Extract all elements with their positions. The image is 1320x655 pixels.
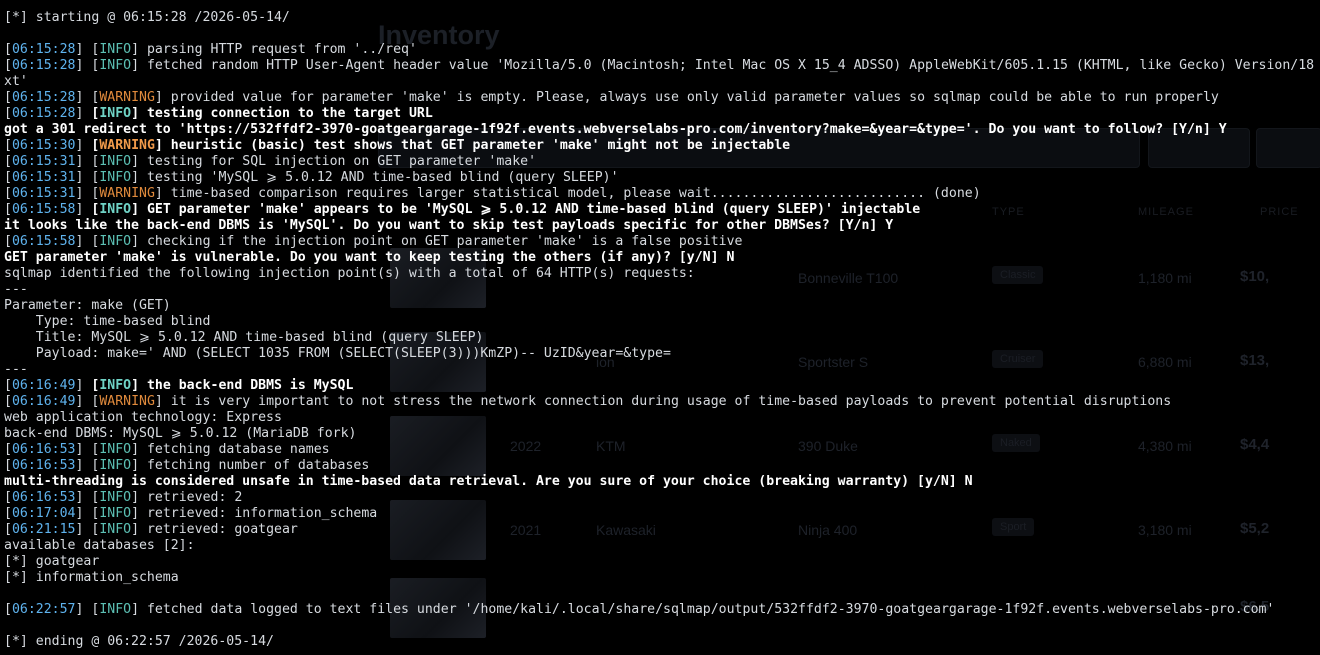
log-message: retrieved: 2: [139, 490, 243, 505]
screen: Inventory TYPE MILEAGE PRICE Bonneville …: [0, 0, 1320, 655]
terminal-line: [*] information_schema: [4, 570, 179, 585]
terminal-line: [06:15:31] [INFO] testing for SQL inject…: [4, 154, 537, 169]
log-level: INFO: [99, 506, 132, 521]
log-message: fetching database names: [139, 442, 330, 457]
log-message: fetched data logged to text files under …: [139, 602, 1275, 617]
log-level: INFO: [99, 378, 132, 393]
log-message: the back-end DBMS is MySQL: [139, 378, 354, 393]
log-level: INFO: [99, 154, 132, 169]
terminal-line: multi-threading is considered unsafe in …: [4, 474, 973, 489]
log-level: WARNING: [99, 90, 155, 105]
log-timestamp: 06:17:04: [11, 506, 76, 521]
log-level: INFO: [99, 202, 132, 217]
log-timestamp: 06:15:30: [11, 138, 76, 153]
log-message: heuristic (basic) test shows that GET pa…: [162, 138, 791, 153]
log-level: INFO: [99, 442, 132, 457]
terminal-line: [06:16:53] [INFO] retrieved: 2: [4, 490, 243, 505]
log-message: time-based comparison requires larger st…: [162, 186, 981, 201]
log-timestamp: 06:15:28: [11, 58, 76, 73]
log-timestamp: 06:16:53: [11, 442, 76, 457]
terminal-line: [06:21:15] [INFO] retrieved: goatgear: [4, 522, 298, 537]
log-level: INFO: [99, 234, 132, 249]
terminal-line: xt': [4, 74, 28, 89]
terminal-line: [06:17:04] [INFO] retrieved: information…: [4, 506, 378, 521]
log-level: INFO: [99, 42, 132, 57]
log-timestamp: 06:16:53: [11, 490, 76, 505]
log-timestamp: 06:15:28: [11, 90, 76, 105]
log-message: fetched random HTTP User-Agent header va…: [139, 58, 1315, 73]
terminal-line: [*] starting @ 06:15:28 /2026-05-14/: [4, 10, 290, 25]
terminal-line: [06:15:28] [INFO] parsing HTTP request f…: [4, 42, 417, 57]
log-message: it is very important to not stress the n…: [162, 394, 1172, 409]
terminal-line: [06:15:58] [INFO] GET parameter 'make' a…: [4, 202, 921, 217]
terminal-line: Payload: make=' AND (SELECT 1035 FROM (S…: [4, 346, 671, 361]
terminal-line: [06:15:58] [INFO] checking if the inject…: [4, 234, 743, 249]
terminal-line: [06:16:53] [INFO] fetching number of dat…: [4, 458, 370, 473]
terminal-line: [06:22:57] [INFO] fetched data logged to…: [4, 602, 1275, 617]
terminal-line: ---: [4, 282, 28, 297]
log-message: fetching number of databases: [139, 458, 370, 473]
terminal-line: it looks like the back-end DBMS is 'MySQ…: [4, 218, 894, 233]
log-timestamp: 06:15:28: [11, 42, 76, 57]
terminal-line: got a 301 redirect to 'https://532ffdf2-…: [4, 122, 1227, 137]
terminal-line: Title: MySQL ⩾ 5.0.12 AND time-based bli…: [4, 330, 484, 345]
log-timestamp: 06:15:31: [11, 170, 76, 185]
terminal-line: [06:15:30] [WARNING] heuristic (basic) t…: [4, 138, 791, 153]
terminal-line: [06:16:53] [INFO] fetching database name…: [4, 442, 330, 457]
terminal-line: back-end DBMS: MySQL ⩾ 5.0.12 (MariaDB f…: [4, 426, 357, 441]
log-timestamp: 06:21:15: [11, 522, 76, 537]
log-timestamp: 06:15:58: [11, 234, 76, 249]
terminal-line: web application technology: Express: [4, 410, 282, 425]
log-timestamp: 06:16:49: [11, 394, 76, 409]
log-level: INFO: [99, 490, 132, 505]
terminal-line: [06:15:31] [INFO] testing 'MySQL ⩾ 5.0.1…: [4, 170, 619, 185]
log-timestamp: 06:16:49: [11, 378, 76, 393]
log-level: INFO: [99, 106, 132, 121]
terminal-line: [06:16:49] [INFO] the back-end DBMS is M…: [4, 378, 354, 393]
terminal-line: [06:15:31] [WARNING] time-based comparis…: [4, 186, 981, 201]
terminal-line: [06:16:49] [WARNING] it is very importan…: [4, 394, 1172, 409]
log-timestamp: 06:15:28: [11, 106, 76, 121]
log-level: INFO: [99, 602, 132, 617]
log-message: testing connection to the target URL: [139, 106, 433, 121]
terminal-line: ---: [4, 362, 28, 377]
log-message: checking if the injection point on GET p…: [139, 234, 743, 249]
log-level: WARNING: [99, 186, 155, 201]
log-message: provided value for parameter 'make' is e…: [162, 90, 1219, 105]
log-level: INFO: [99, 522, 132, 537]
log-level: WARNING: [99, 394, 155, 409]
terminal-line: sqlmap identified the following injectio…: [4, 266, 695, 281]
log-level: INFO: [99, 458, 132, 473]
log-timestamp: 06:15:31: [11, 154, 76, 169]
log-timestamp: 06:22:57: [11, 602, 76, 617]
log-level: WARNING: [99, 138, 155, 153]
terminal-line: Parameter: make (GET): [4, 298, 171, 313]
log-timestamp: 06:15:31: [11, 186, 76, 201]
terminal-line: Type: time-based blind: [4, 314, 211, 329]
terminal-output: [*] starting @ 06:15:28 /2026-05-14/ [06:…: [4, 10, 1320, 650]
log-message: testing 'MySQL ⩾ 5.0.12 AND time-based b…: [139, 170, 619, 185]
log-level: INFO: [99, 58, 132, 73]
log-message: parsing HTTP request from '../req': [139, 42, 417, 57]
log-message: retrieved: information_schema: [139, 506, 378, 521]
log-message: testing for SQL injection on GET paramet…: [139, 154, 537, 169]
terminal-line: [*] goatgear: [4, 554, 100, 569]
terminal-line: [06:15:28] [INFO] fetched random HTTP Us…: [4, 58, 1315, 73]
log-timestamp: 06:16:53: [11, 458, 76, 473]
log-timestamp: 06:15:58: [11, 202, 76, 217]
terminal-line: [06:15:28] [INFO] testing connection to …: [4, 106, 433, 121]
log-message: GET parameter 'make' appears to be 'MySQ…: [139, 202, 921, 217]
terminal-line: available databases [2]:: [4, 538, 195, 553]
log-level: INFO: [99, 170, 132, 185]
terminal-line: [*] ending @ 06:22:57 /2026-05-14/: [4, 634, 274, 649]
terminal-line: [06:15:28] [WARNING] provided value for …: [4, 90, 1219, 105]
terminal-line: GET parameter 'make' is vulnerable. Do y…: [4, 250, 735, 265]
log-message: retrieved: goatgear: [139, 522, 298, 537]
